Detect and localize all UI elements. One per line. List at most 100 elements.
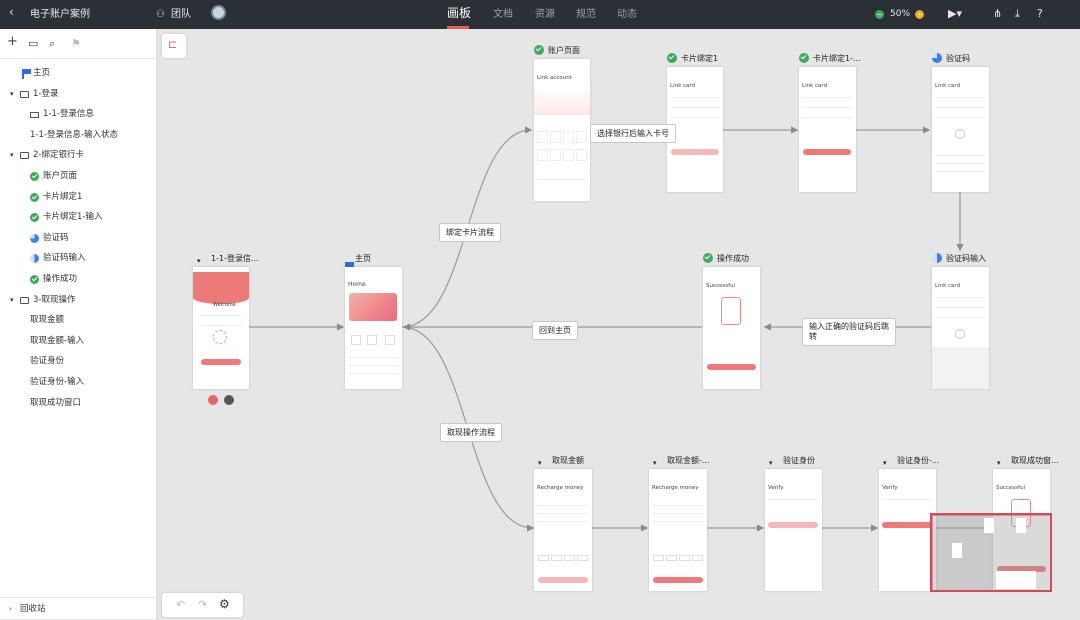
- screen-label[interactable]: 卡片绑定1-...: [799, 53, 861, 64]
- minimap-viewport[interactable]: [932, 515, 1052, 592]
- amount-chip: [666, 555, 677, 561]
- input-line: [199, 325, 243, 326]
- feature-icon: [385, 335, 395, 345]
- edge-label-bind[interactable]: 绑定卡片流程: [439, 223, 501, 242]
- input-line: [670, 107, 720, 108]
- screen-label[interactable]: ▾ 1-1-登录信...: [197, 253, 259, 266]
- input-line: [935, 117, 985, 118]
- screen-label-text: 取现成功窗...: [1011, 456, 1059, 465]
- screen-label[interactable]: 验证码: [932, 53, 970, 64]
- check-circle-icon: [703, 253, 713, 263]
- login-header: [193, 272, 249, 304]
- minimap[interactable]: [930, 513, 1052, 592]
- bank-tile: [537, 149, 548, 161]
- phone-illustration: [721, 297, 741, 325]
- screen-frame[interactable]: Link card: [932, 267, 989, 389]
- screen-label[interactable]: ▾ 取现成功窗...: [997, 455, 1059, 468]
- screen-label-text: 主页: [355, 254, 371, 263]
- successful-title: Successful: [706, 283, 736, 289]
- color-dot[interactable]: [224, 395, 234, 405]
- screen-label[interactable]: 卡片绑定1: [667, 53, 718, 64]
- screen-label[interactable]: 主页: [345, 253, 371, 272]
- input-line: [935, 297, 985, 298]
- input-line: [670, 97, 720, 98]
- submit-button: [803, 149, 851, 155]
- canvas-toolbar: ↶ ↷ ⚙: [162, 593, 243, 617]
- screen-frame[interactable]: Welcome: [193, 267, 249, 389]
- edge-label-after-code[interactable]: 输入正确的验证码后跳 转: [802, 318, 896, 346]
- bank-card: [349, 293, 397, 321]
- list-line: [537, 179, 587, 180]
- input-line: [802, 97, 852, 98]
- chevron-down-icon: ▾: [769, 459, 773, 467]
- input-line: [199, 315, 243, 316]
- bank-tile: [576, 131, 587, 143]
- screen-label-text: 账户页面: [548, 46, 580, 55]
- verify-title: Verify: [768, 485, 784, 491]
- fingerprint-icon: [213, 330, 227, 344]
- bank-tile: [550, 131, 561, 143]
- edge-label-back-home[interactable]: 回到主页: [532, 321, 578, 340]
- screen-frame[interactable]: Home: [345, 267, 402, 389]
- input-line: [935, 307, 985, 308]
- submit-button: [671, 149, 719, 155]
- done-button: [707, 364, 756, 370]
- screen-frame[interactable]: Link card: [932, 67, 989, 192]
- screen-frame[interactable]: Recharge money: [649, 469, 707, 591]
- recharge-title: Recharge money: [652, 485, 699, 491]
- screen-label[interactable]: 验证码输入: [932, 253, 986, 264]
- list-line: [348, 365, 398, 366]
- phone-icon: [955, 129, 965, 139]
- input-line: [935, 107, 985, 108]
- screen-frame[interactable]: Verify: [765, 469, 822, 591]
- screen-label[interactable]: ▾ 取现金额-...: [653, 455, 710, 468]
- link-card-title: Link card: [670, 83, 696, 89]
- edge-label-withdraw[interactable]: 取现操作流程: [440, 423, 502, 442]
- screen-label[interactable]: 账户页面: [534, 45, 580, 56]
- bank-tile: [537, 131, 548, 143]
- screen-label-text: 验证身份: [783, 456, 815, 465]
- check-circle-icon: [799, 53, 809, 63]
- input-line: [537, 521, 589, 522]
- amount-chip: [551, 555, 562, 561]
- welcome-text: Welcome: [213, 302, 236, 308]
- redo-icon[interactable]: ↷: [198, 598, 207, 611]
- screen-label-text: 操作成功: [717, 254, 749, 263]
- amount-chip: [564, 555, 575, 561]
- chevron-down-icon: ▾: [197, 257, 201, 265]
- screen-label[interactable]: 操作成功: [703, 253, 749, 264]
- input-line: [652, 521, 704, 522]
- color-dot[interactable]: [208, 395, 218, 405]
- input-line: [537, 505, 589, 506]
- home-title: Home: [348, 281, 366, 288]
- input-line: [652, 505, 704, 506]
- illustration: [534, 87, 590, 115]
- screen-label[interactable]: ▾ 取现金额: [538, 455, 584, 468]
- edge-label-select-bank[interactable]: 选择银行后输入卡号: [590, 124, 676, 143]
- screen-label[interactable]: ▾ 验证身份-...: [883, 455, 940, 468]
- screen-frame[interactable]: Verify: [879, 469, 936, 591]
- list-line: [348, 373, 398, 374]
- screen-frame[interactable]: Link card: [799, 67, 856, 192]
- recharge-title: Recharge money: [537, 485, 584, 491]
- bank-tile: [563, 149, 574, 161]
- list-line: [935, 171, 985, 172]
- settings-gear-icon[interactable]: ⚙: [219, 597, 230, 611]
- verify-title: Verify: [882, 485, 898, 491]
- screen-label-text: 1-1-登录信...: [211, 254, 259, 263]
- screen-label[interactable]: ▾ 验证身份: [769, 455, 815, 468]
- confirm-button: [538, 577, 588, 583]
- amount-chip: [679, 555, 690, 561]
- undo-icon[interactable]: ↶: [176, 598, 185, 611]
- link-card-title: Link card: [935, 283, 961, 289]
- screen-frame[interactable]: Successful: [703, 267, 760, 389]
- link-card-title: Link card: [935, 83, 961, 89]
- chevron-down-icon: ▾: [883, 459, 887, 467]
- input-line: [882, 499, 932, 500]
- screen-frame[interactable]: Link account: [534, 59, 590, 201]
- list-line: [935, 155, 985, 156]
- feature-icon: [367, 335, 377, 345]
- screen-frame[interactable]: Recharge money: [534, 469, 592, 591]
- amount-chip: [577, 555, 588, 561]
- chevron-down-icon: ▾: [653, 459, 657, 467]
